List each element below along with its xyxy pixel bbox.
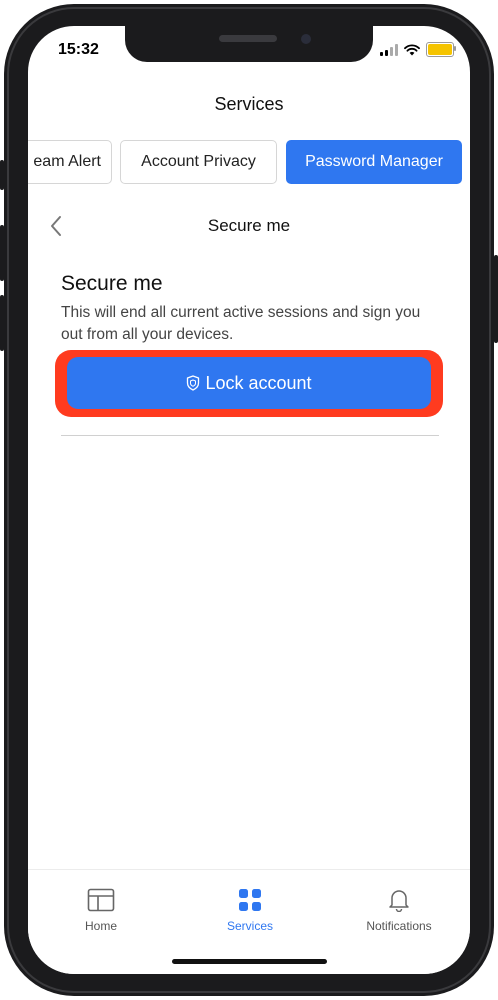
tab-label: eam Alert	[33, 153, 101, 170]
lock-account-label: Lock account	[205, 372, 312, 393]
power-button	[494, 255, 498, 343]
status-icons	[380, 42, 456, 57]
secure-me-section: Secure me This will end all current acti…	[61, 272, 439, 346]
shield-icon	[187, 375, 200, 391]
section-description: This will end all current active session…	[61, 304, 421, 343]
divider	[61, 435, 439, 436]
tab-label: Account Privacy	[141, 153, 256, 170]
layout-icon	[87, 888, 115, 912]
speaker	[219, 35, 277, 42]
tab-team-alert[interactable]: eam Alert	[28, 140, 112, 184]
silent-switch	[0, 160, 4, 190]
volume-down-button	[0, 295, 4, 351]
subheader-title: Secure me	[207, 216, 291, 235]
section-title: Secure me	[61, 272, 163, 295]
screen: 15:32 Services eam Alert Account Privacy…	[28, 26, 470, 974]
notch	[125, 26, 373, 62]
wifi-icon	[404, 43, 420, 55]
subheader: Secure me	[28, 212, 470, 242]
home-indicator	[172, 959, 327, 964]
status-time: 15:32	[58, 41, 99, 58]
page-title: Services	[214, 94, 284, 114]
nav-label-home: Home	[84, 919, 117, 933]
camera	[301, 34, 311, 44]
tab-bar: eam Alert Account Privacy Password Manag…	[28, 140, 470, 188]
volume-up-button	[0, 225, 4, 281]
tab-password-manager[interactable]: Password Manager	[286, 140, 462, 184]
signal-icon	[380, 43, 398, 56]
tab-label: Password Manager	[305, 153, 443, 170]
tab-account-privacy[interactable]: Account Privacy	[120, 140, 277, 184]
bell-icon	[389, 890, 409, 913]
nav-label-services: Services	[226, 919, 273, 933]
nav-label-notifications: Notifications	[366, 919, 432, 933]
battery-icon	[426, 42, 456, 57]
grid-icon	[239, 889, 261, 911]
nav-item-home[interactable]: Home	[56, 888, 146, 933]
nav-item-services[interactable]: Services	[205, 888, 295, 933]
lock-account-button[interactable]: Lock account	[67, 357, 431, 409]
nav-item-notifications[interactable]: Notifications	[354, 888, 444, 933]
